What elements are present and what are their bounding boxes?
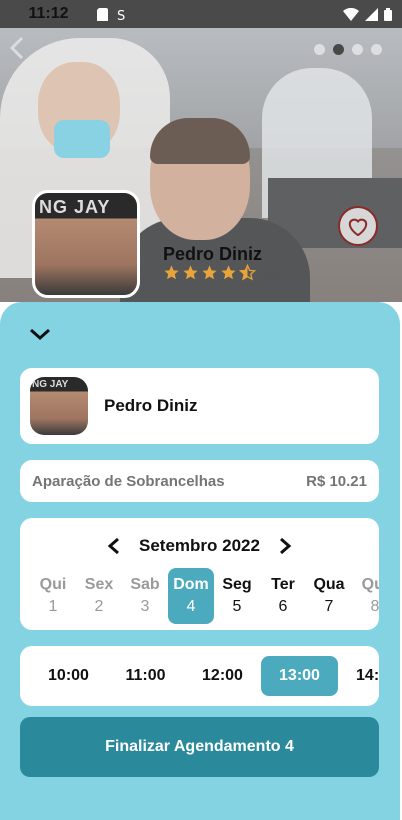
- wifi-icon: [343, 7, 359, 21]
- barber-hero-name: Pedro Diniz: [163, 244, 263, 264]
- carousel-dot-active[interactable]: [333, 44, 344, 55]
- barber-avatar: NG JAY: [30, 377, 88, 435]
- heart-icon: [348, 218, 368, 236]
- svg-text:S: S: [117, 9, 125, 21]
- day-number: 7: [324, 598, 334, 615]
- carousel-dot[interactable]: [371, 44, 382, 55]
- day-number: 1: [48, 598, 58, 615]
- day-item[interactable]: Seg 5: [214, 568, 260, 624]
- status-time: 11:12: [28, 5, 69, 22]
- sync-icon: S: [117, 9, 125, 21]
- day-number: 3: [140, 598, 150, 615]
- time-slot[interactable]: 10:00: [30, 656, 107, 696]
- day-item[interactable]: Qui 8: [352, 568, 379, 624]
- service-price: R$ 10.21: [306, 472, 367, 490]
- barber-card: NG JAY Pedro Diniz: [20, 368, 379, 444]
- day-name: Qui: [361, 576, 379, 593]
- day-item[interactable]: Qua 7: [306, 568, 352, 624]
- day-item-selected[interactable]: Dom 4: [168, 568, 214, 624]
- carousel-dot[interactable]: [314, 44, 325, 55]
- time-slot-selected[interactable]: 13:00: [261, 656, 338, 696]
- booking-sheet: NG JAY Pedro Diniz Aparação de Sobrancel…: [0, 302, 400, 820]
- day-item[interactable]: Qui 1: [30, 568, 76, 624]
- day-item[interactable]: Sex 2: [76, 568, 122, 624]
- time-slot[interactable]: 11:00: [107, 656, 184, 696]
- date-picker: Setembro 2022 Qui 1 Sex 2 Sab 3 Dom 4 Seg 5 T…: [20, 518, 379, 630]
- star-half-icon: [239, 264, 256, 281]
- day-number: 8: [370, 598, 379, 615]
- time-slot[interactable]: 14:00: [338, 656, 379, 696]
- star-full-icon: [202, 265, 217, 280]
- battery-icon: [384, 7, 392, 21]
- carousel-dot[interactable]: [352, 44, 363, 55]
- avatar-poster-text: NG JAY: [39, 197, 111, 217]
- day-name: Sab: [130, 576, 160, 593]
- signal-icon: [365, 7, 378, 21]
- month-selector: Setembro 2022: [20, 536, 379, 556]
- service-card: Aparação de Sobrancelhas R$ 10.21: [20, 460, 379, 502]
- day-number: 6: [278, 598, 288, 615]
- barber-name: Pedro Diniz: [104, 396, 198, 415]
- day-item[interactable]: Sab 3: [122, 568, 168, 624]
- favorite-button[interactable]: [338, 206, 378, 246]
- day-name: Qua: [313, 576, 345, 593]
- barber-hero-avatar: NG JAY: [32, 190, 140, 298]
- chevron-right-icon[interactable]: [278, 537, 292, 555]
- day-name: Qui: [39, 576, 67, 593]
- rating-value: 4.5: [264, 265, 281, 280]
- sd-card-icon: [97, 7, 108, 21]
- day-number: 4: [186, 598, 196, 615]
- day-name: Seg: [222, 576, 252, 593]
- time-list: 10:00 11:00 12:00 13:00 14:00: [30, 656, 379, 696]
- day-item[interactable]: Ter 6: [260, 568, 306, 624]
- day-number: 5: [232, 598, 242, 615]
- day-name: Dom: [173, 576, 209, 593]
- service-name: Aparação de Sobrancelhas: [32, 472, 225, 490]
- day-list: Qui 1 Sex 2 Sab 3 Dom 4 Seg 5 Ter 6 Qua 7 Qui 8: [30, 568, 379, 624]
- avatar-poster-text: NG JAY: [32, 379, 69, 390]
- day-number: 2: [94, 598, 104, 615]
- time-slot[interactable]: 12:00: [184, 656, 261, 696]
- star-full-icon: [164, 265, 179, 280]
- back-arrow-icon[interactable]: [8, 36, 36, 64]
- day-name: Sex: [84, 576, 114, 593]
- time-picker: 10:00 11:00 12:00 13:00 14:00: [20, 646, 379, 706]
- finish-booking-button[interactable]: Finalizar Agendamento 4: [20, 717, 379, 777]
- carousel-dots[interactable]: [314, 44, 382, 55]
- month-label: Setembro 2022: [139, 536, 260, 555]
- star-full-icon: [183, 265, 198, 280]
- chevron-down-icon[interactable]: [28, 324, 52, 344]
- day-name: Ter: [271, 576, 295, 593]
- star-full-icon: [221, 265, 236, 280]
- chevron-left-icon[interactable]: [107, 537, 121, 555]
- barber-rating: 4.5: [163, 264, 281, 281]
- status-bar: 11:12 S: [0, 0, 402, 28]
